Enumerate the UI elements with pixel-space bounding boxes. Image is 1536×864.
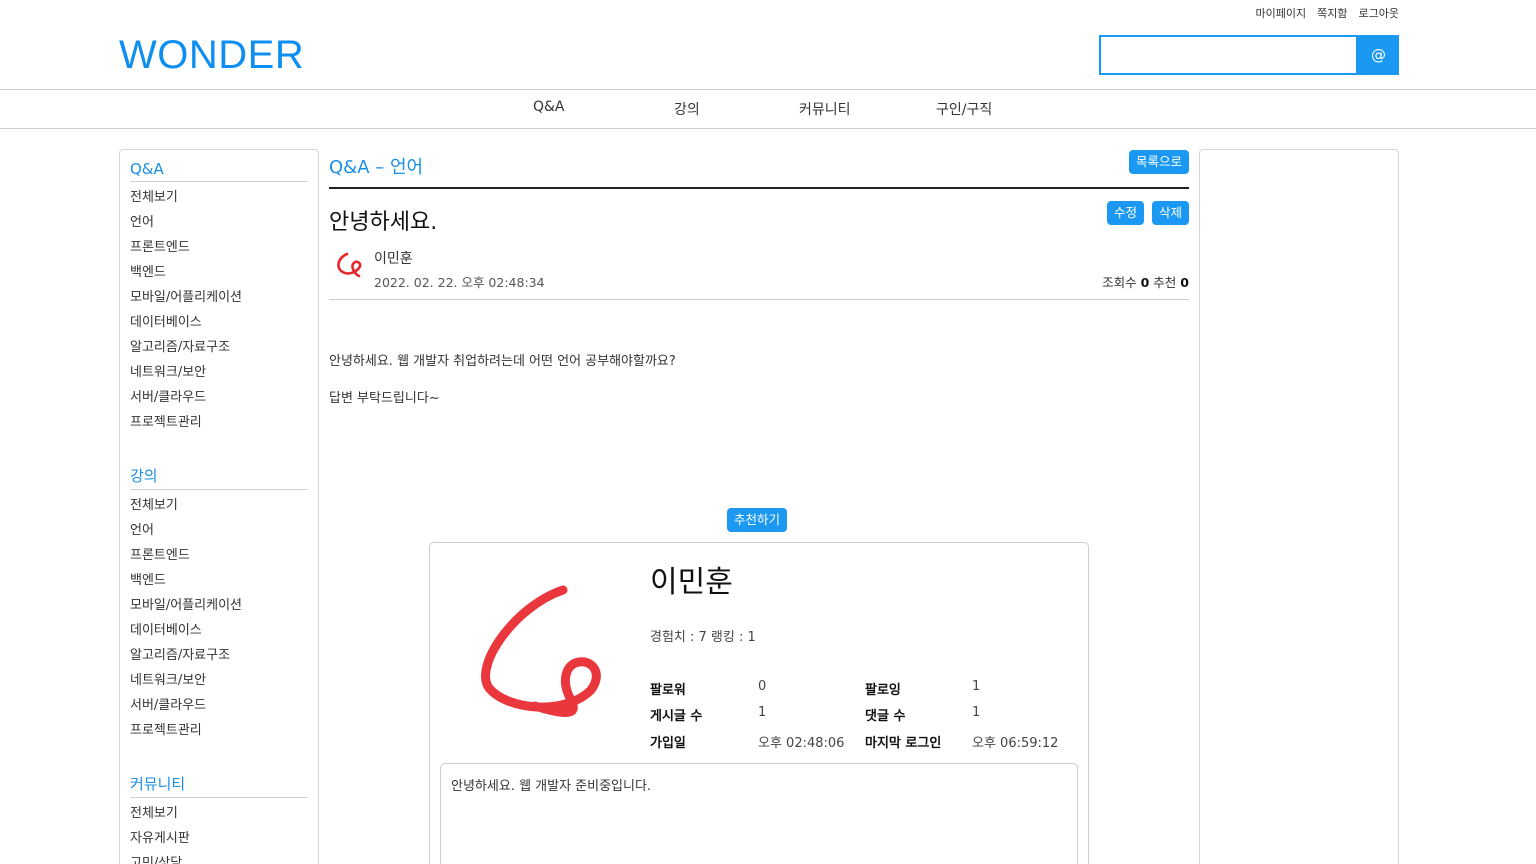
likes-count: 0: [1180, 275, 1189, 290]
sidebar-item-algorithm[interactable]: 알고리즘/자료구조: [130, 338, 308, 363]
post-count-label: 게시글 수: [650, 709, 703, 724]
sidebar-item-server[interactable]: 서버/클라우드: [130, 696, 308, 721]
sidebar-item-free-board[interactable]: 자유게시판: [130, 829, 308, 854]
search-bar: @: [1099, 35, 1399, 75]
logout-link[interactable]: 로그아웃: [1359, 5, 1399, 21]
sidebar-item-all[interactable]: 전체보기: [130, 496, 308, 521]
recommend-button[interactable]: 추천하기: [727, 508, 788, 532]
sidebar-item-language[interactable]: 언어: [130, 213, 308, 238]
joined-label: 가입일: [650, 736, 686, 751]
title-divider: [329, 187, 1189, 189]
profile-intro: 안녕하세요. 웹 개발자 준비중입니다.: [440, 763, 1078, 864]
views-count: 0: [1140, 275, 1150, 290]
likes-label: 추천: [1153, 275, 1177, 290]
sidebar: Q&A 전체보기 언어 프론트엔드 백엔드 모바일/어플리케이션 데이터베이스 …: [119, 149, 319, 864]
author-name[interactable]: 이민훈: [374, 248, 413, 268]
nav-community[interactable]: 커뮤니티: [799, 99, 851, 119]
nav-jobs[interactable]: 구인/구직: [936, 99, 992, 119]
nav-qna[interactable]: Q&A: [533, 99, 565, 115]
sidebar-title-lecture[interactable]: 강의: [130, 455, 308, 490]
sidebar-item-frontend[interactable]: 프론트엔드: [130, 546, 308, 571]
search-button[interactable]: @: [1358, 35, 1399, 75]
sidebar-item-network[interactable]: 네트워크/보안: [130, 671, 308, 696]
sidebar-item-all[interactable]: 전체보기: [130, 804, 308, 829]
sidebar-title-community[interactable]: 커뮤니티: [130, 763, 308, 798]
post-title: 안녕하세요.: [329, 210, 438, 235]
content-paragraph: 답변 부탁드립니다~: [329, 391, 440, 406]
follower-label: 팔로워: [650, 683, 686, 698]
sidebar-item-database[interactable]: 데이터베이스: [130, 621, 308, 646]
sidebar-item-all[interactable]: 전체보기: [130, 188, 308, 213]
board-title: Q&A – 언어: [329, 157, 424, 178]
sidebar-item-language[interactable]: 언어: [130, 521, 308, 546]
search-input[interactable]: [1099, 35, 1358, 75]
sidebar-item-backend[interactable]: 백엔드: [130, 263, 308, 288]
mypage-link[interactable]: 마이페이지: [1256, 5, 1307, 21]
sidebar-item-mobile[interactable]: 모바일/어플리케이션: [130, 596, 308, 621]
sidebar-item-project[interactable]: 프로젝트관리: [130, 721, 308, 746]
sidebar-item-mobile[interactable]: 모바일/어플리케이션: [130, 288, 308, 313]
sidebar-item-network[interactable]: 네트워크/보안: [130, 363, 308, 388]
sidebar-item-counsel[interactable]: 고민/상담: [130, 854, 308, 864]
follower-count: 0: [758, 679, 767, 694]
top-links: 마이페이지 쪽지함 로그아웃: [1256, 5, 1399, 21]
author-profile-card: 이민훈 경험치 : 7 랭킹 : 1 팔로워 0 팔로잉 1 게시글 수 1 댓…: [429, 542, 1089, 864]
sidebar-item-backend[interactable]: 백엔드: [130, 571, 308, 596]
following-label: 팔로잉: [865, 683, 901, 698]
list-button[interactable]: 목록으로: [1128, 150, 1189, 174]
joined-value: 오후 02:48:06: [758, 736, 845, 751]
sidebar-item-server[interactable]: 서버/클라우드: [130, 388, 308, 413]
sidebar-section-community: 커뮤니티 전체보기 자유게시판 고민/상담: [130, 763, 308, 864]
comment-count-label: 댓글 수: [865, 709, 906, 724]
author-avatar[interactable]: [333, 248, 365, 280]
sidebar-item-database[interactable]: 데이터베이스: [130, 313, 308, 338]
post-stats: 조회수 0 추천 0: [1102, 272, 1189, 291]
sidebar-item-project[interactable]: 프로젝트관리: [130, 413, 308, 438]
last-login-label: 마지막 로그인: [865, 736, 942, 751]
sidebar-section-qna: Q&A 전체보기 언어 프론트엔드 백엔드 모바일/어플리케이션 데이터베이스 …: [130, 150, 308, 438]
sidebar-item-algorithm[interactable]: 알고리즘/자료구조: [130, 646, 308, 671]
post-content: 안녕하세요. 웹 개발자 취업하려는데 어떤 언어 공부해야할까요? 답변 부탁…: [329, 352, 676, 426]
messages-link[interactable]: 쪽지함: [1317, 5, 1347, 21]
content-paragraph: 안녕하세요. 웹 개발자 취업하려는데 어떤 언어 공부해야할까요?: [329, 354, 676, 369]
last-login-value: 오후 06:59:12: [972, 736, 1059, 751]
right-sidebar: [1199, 149, 1399, 864]
profile-name: 이민훈: [650, 565, 733, 600]
sidebar-item-frontend[interactable]: 프론트엔드: [130, 238, 308, 263]
sidebar-section-lecture: 강의 전체보기 언어 프론트엔드 백엔드 모바일/어플리케이션 데이터베이스 알…: [130, 455, 308, 746]
header-divider: [329, 299, 1189, 300]
post-count: 1: [758, 705, 767, 720]
edit-button[interactable]: 수정: [1106, 201, 1144, 225]
delete-button[interactable]: 삭제: [1151, 201, 1189, 225]
profile-avatar: [481, 585, 601, 718]
site-logo[interactable]: WONDER: [119, 33, 304, 78]
main-nav: Q&A 강의 커뮤니티 구인/구직: [0, 89, 1536, 129]
following-count: 1: [972, 679, 981, 694]
nav-lecture[interactable]: 강의: [674, 99, 700, 119]
profile-exp-rank: 경험치 : 7 랭킹 : 1: [650, 630, 756, 645]
views-label: 조회수: [1102, 275, 1137, 290]
comment-count: 1: [972, 705, 981, 720]
sidebar-title-qna[interactable]: Q&A: [130, 150, 308, 182]
post-date: 2022. 02. 22. 오후 02:48:34: [374, 275, 545, 290]
